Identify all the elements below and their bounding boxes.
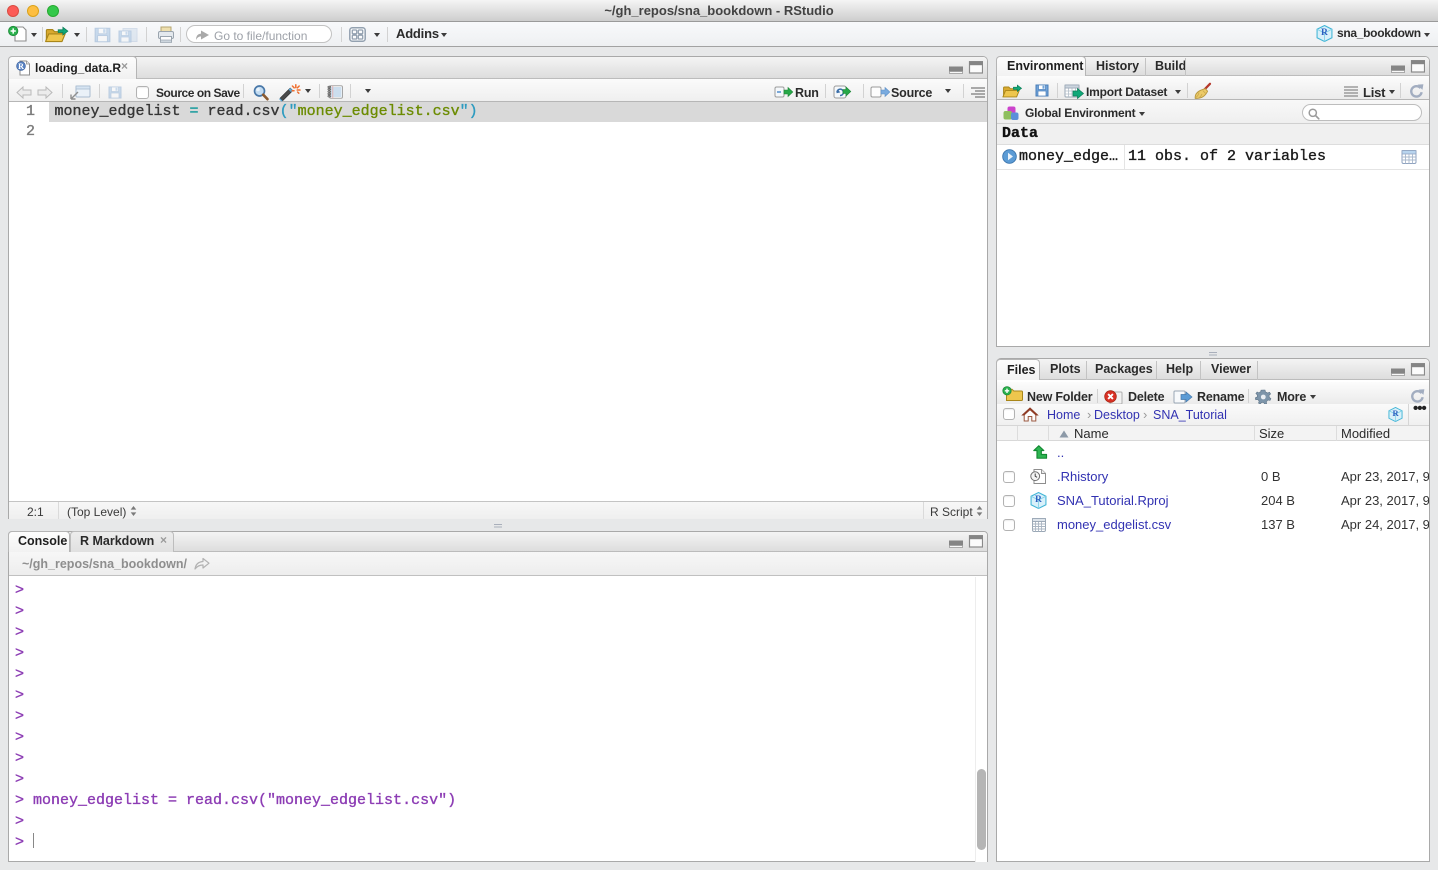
svg-text:R: R xyxy=(18,62,24,71)
